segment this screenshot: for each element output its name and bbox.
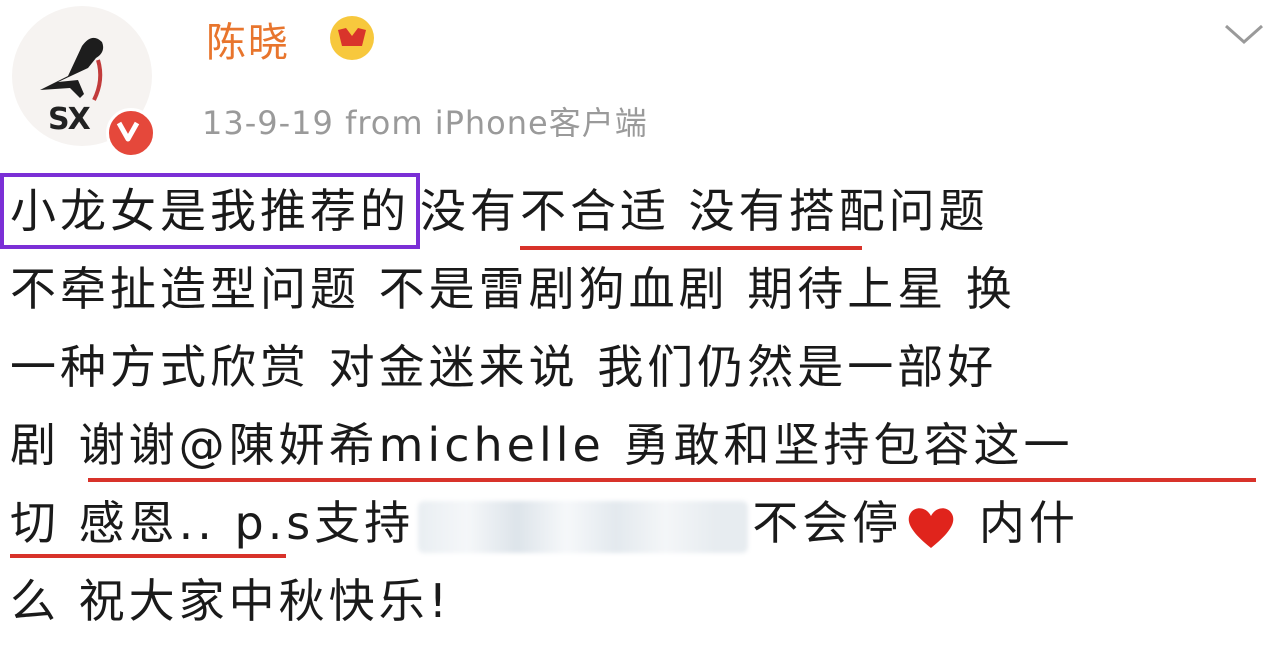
- post-line-5-end: 内什: [960, 496, 1079, 550]
- blurred-redaction: [418, 500, 749, 553]
- red-underline: [10, 554, 286, 558]
- post-line-6: 么 祝大家中秋快乐!: [10, 574, 452, 628]
- avatar-text: SX: [48, 102, 91, 137]
- post-line-1-rest: 没有不合适 没有搭配问题: [420, 184, 989, 238]
- verified-v-icon: [106, 108, 156, 158]
- vip-crown-icon[interactable]: [330, 16, 374, 60]
- chevron-down-icon[interactable]: [1222, 20, 1266, 48]
- post-line-3: 一种方式欣赏 对金迷来说 我们仍然是一部好: [10, 340, 998, 394]
- post-line-5: 切 感恩.. p.s支持 不会停 内什: [10, 484, 1270, 562]
- post-line-4: 剧 谢谢@陳妍希michelle 勇敢和坚持包容这一: [10, 406, 1270, 484]
- post-line-1: 小龙女是我推荐的 没有不合适 没有搭配问题: [0, 172, 1270, 250]
- post-line-5-after: 不会停: [752, 496, 903, 550]
- red-underline: [88, 478, 1256, 482]
- red-heart-icon: [909, 507, 954, 548]
- author-name[interactable]: 陈晓: [206, 10, 290, 68]
- post-line-2: 不牵扯造型问题 不是雷剧狗血剧 期待上星 换: [10, 262, 1016, 316]
- highlighted-phrase: 小龙女是我推荐的: [0, 173, 420, 249]
- post-line-5-before: 切 感恩.. p.s支持: [10, 496, 415, 550]
- post-line-4-text: 剧 谢谢@陳妍希michelle 勇敢和坚持包容这一: [10, 418, 1074, 472]
- post-meta: 13-9-19 from iPhone客户端: [202, 104, 648, 142]
- post-body: 小龙女是我推荐的 没有不合适 没有搭配问题 不牵扯造型问题 不是雷剧狗血剧 期待上…: [0, 172, 1270, 640]
